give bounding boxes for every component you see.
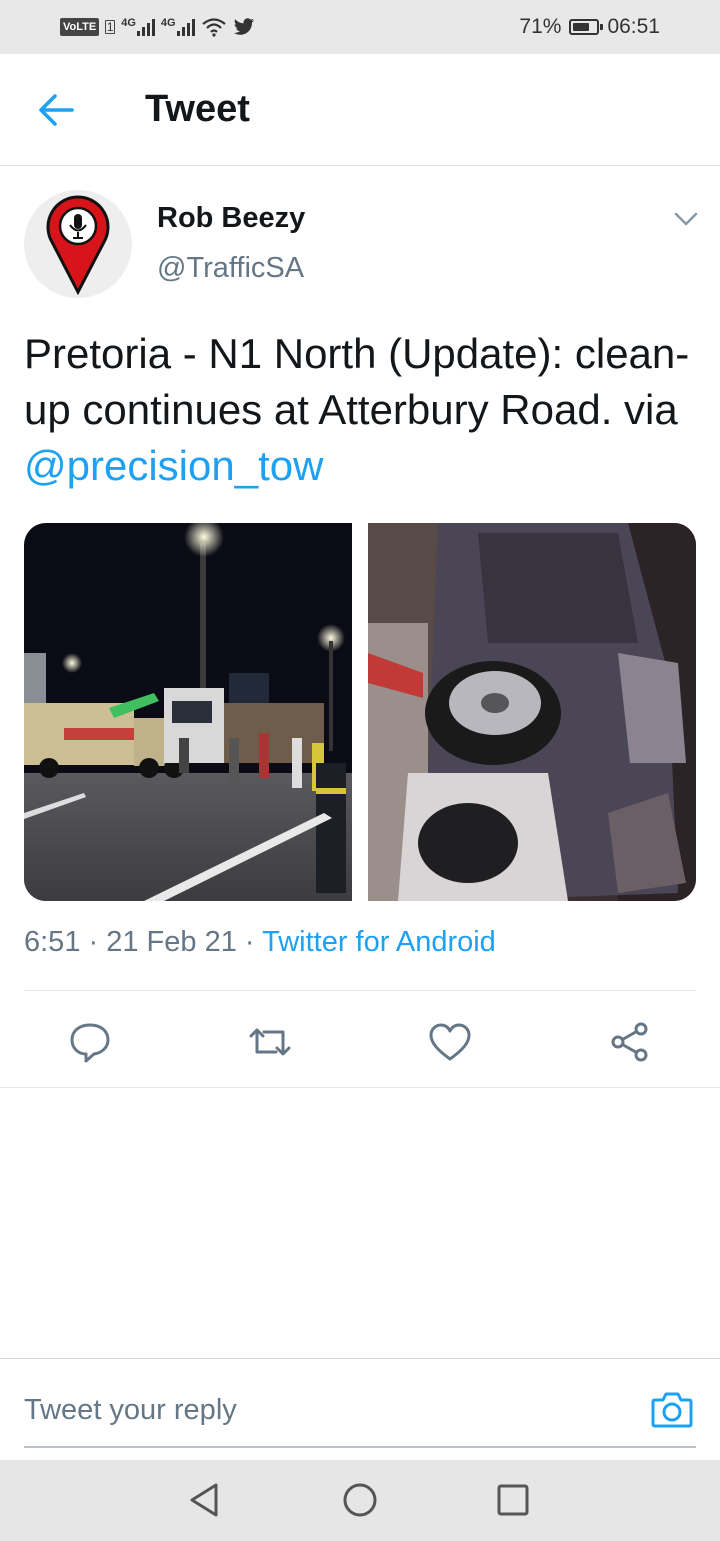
tweet-time: 6:51	[24, 926, 81, 958]
camera-button[interactable]	[650, 1388, 694, 1430]
tweet-photo-1[interactable]	[24, 523, 352, 901]
tweet-date: 21 Feb 21	[106, 926, 237, 958]
back-arrow-icon	[39, 94, 74, 126]
twitter-bird-icon	[233, 18, 254, 35]
app-header: Tweet	[0, 54, 720, 166]
share-button[interactable]	[606, 1018, 654, 1066]
map-pin-microphone-icon	[46, 195, 110, 296]
chevron-down-icon	[674, 212, 698, 226]
signal-bars-2-icon	[176, 18, 195, 36]
nav-home-button[interactable]	[340, 1480, 380, 1520]
retweet-icon	[249, 1028, 291, 1056]
reply-bar-border	[0, 1358, 720, 1359]
sim-indicator: 1	[105, 20, 116, 34]
tweet-text: Pretoria - N1 North (Update): clean-up c…	[24, 326, 704, 494]
reply-button[interactable]	[66, 1018, 114, 1066]
status-left: VoLTE 1 4G 4G	[60, 14, 255, 40]
volte-badge: VoLTE	[60, 18, 100, 36]
tweet-source-link[interactable]: Twitter for Android	[262, 926, 496, 958]
tow-truck-photo	[24, 523, 352, 901]
system-nav-bar	[0, 1460, 720, 1541]
tweet-menu-button[interactable]	[672, 208, 700, 230]
camera-icon	[651, 1392, 693, 1428]
reply-input[interactable]: Tweet your reply	[24, 1380, 624, 1440]
divider	[0, 1087, 720, 1088]
meta-separator: ·	[236, 926, 263, 958]
battery-percent: 71%	[519, 15, 562, 38]
share-icon	[611, 1022, 648, 1062]
battery-icon	[569, 19, 604, 35]
mention-link[interactable]: @precision_tow	[24, 442, 323, 489]
network-type-2: 4G	[160, 17, 176, 29]
signal-bars-1-icon	[136, 18, 155, 36]
square-recents-icon	[497, 1484, 529, 1516]
signal-1: 4G	[121, 18, 155, 36]
circle-home-icon	[343, 1483, 377, 1517]
author-name[interactable]: Rob Beezy	[157, 202, 305, 235]
tweet-meta: 6:51 · 21 Feb 21 · Twitter for Android	[24, 926, 496, 959]
meta-separator: ·	[80, 926, 107, 958]
status-bar: VoLTE 1 4G 4G 71% 06:51	[0, 0, 720, 54]
battery-fill	[573, 23, 590, 31]
retweet-button[interactable]	[246, 1018, 294, 1066]
avatar[interactable]	[24, 190, 132, 298]
overturned-car-photo	[368, 523, 696, 901]
reply-icon	[70, 1023, 110, 1063]
signal-2: 4G	[161, 18, 195, 36]
like-button[interactable]	[426, 1018, 474, 1066]
tweet-body: Pretoria - N1 North (Update): clean-up c…	[24, 330, 690, 433]
author-handle[interactable]: @TrafficSA	[157, 252, 304, 285]
nav-back-button[interactable]	[186, 1480, 226, 1520]
triangle-back-icon	[190, 1483, 218, 1517]
page-title: Tweet	[145, 88, 250, 130]
tweet-actions	[0, 1000, 720, 1086]
wifi-icon	[201, 18, 226, 37]
back-button[interactable]	[34, 90, 78, 130]
heart-icon	[429, 1023, 471, 1061]
tweet-photo-2[interactable]	[368, 523, 696, 901]
divider	[24, 990, 696, 991]
status-right: 71% 06:51	[519, 14, 660, 40]
clock: 06:51	[607, 15, 660, 38]
network-type-1: 4G	[121, 17, 136, 29]
reply-underline	[24, 1446, 696, 1448]
nav-recents-button[interactable]	[493, 1480, 533, 1520]
